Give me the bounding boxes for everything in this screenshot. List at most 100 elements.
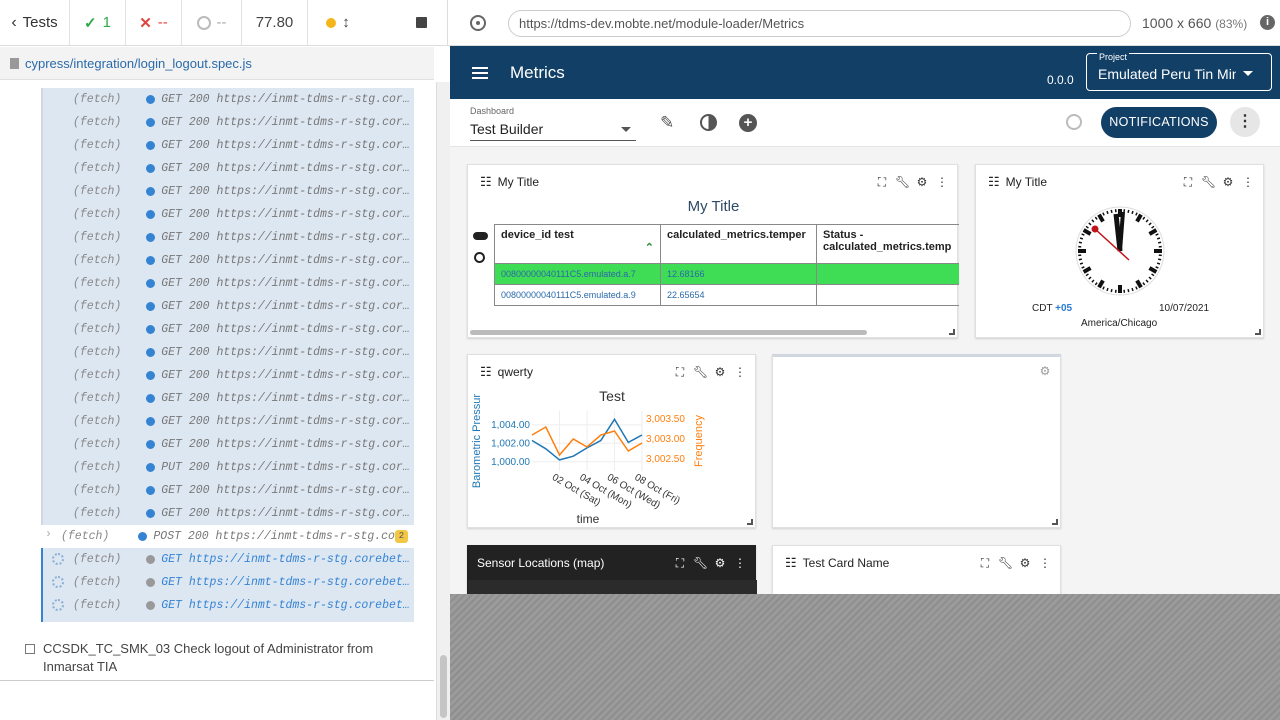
wrench-icon[interactable]: 🔧︎ <box>998 556 1013 570</box>
expand-caret-icon[interactable]: › <box>45 528 52 541</box>
theme-toggle-icon[interactable] <box>700 114 717 131</box>
command-row[interactable]: (fetch) PUT 200 https://inmt-tdms-r-stg.c… <box>41 456 414 479</box>
resize-handle[interactable] <box>747 519 753 525</box>
more-vert-icon[interactable]: ⋮ <box>1241 175 1255 189</box>
info-icon[interactable]: i <box>1260 15 1275 30</box>
dashboard-select[interactable]: Dashboard Test Builder <box>470 106 636 141</box>
selector-playground-icon[interactable] <box>470 15 486 31</box>
y2-tick-label: 3,003.50 <box>646 414 685 425</box>
command-row[interactable]: (fetch) GET 200 https://inmt-tdms-r-stg.c… <box>41 180 414 203</box>
clock-tick <box>1079 237 1084 240</box>
table-scrollbar[interactable] <box>470 330 867 335</box>
command-row[interactable]: (fetch) GET 200 https://inmt-tdms-r-stg.c… <box>41 295 414 318</box>
more-vert-icon[interactable]: ⋮ <box>935 175 949 189</box>
column-header[interactable]: calculated_metrics.temper <box>660 224 817 264</box>
command-message: GET 200 https://inmt-tdms-r-stg.corebe..… <box>161 208 414 221</box>
dashboard-value: Test Builder <box>470 121 544 137</box>
more-vert-icon[interactable]: ⋮ <box>1230 107 1260 137</box>
command-row[interactable]: (fetch)GET https://inmt-tdms-r-stg.coreb… <box>41 548 414 571</box>
command-row[interactable]: (fetch) GET 200 https://inmt-tdms-r-stg.c… <box>41 318 414 341</box>
project-select[interactable]: Project Emulated Peru Tin Mine <box>1086 52 1272 91</box>
tune-icon[interactable]: ☷ <box>988 174 1000 190</box>
map-area[interactable] <box>468 580 757 594</box>
clock-tick <box>1110 209 1113 214</box>
timer-icon[interactable] <box>1066 114 1082 130</box>
table-row[interactable]: 00800000040111C5.emulated.a.9 22.65654 <box>494 284 959 306</box>
fullscreen-icon[interactable]: ⛶ <box>673 365 687 379</box>
command-row[interactable]: (fetch) GET 200 https://inmt-tdms-r-stg.c… <box>41 410 414 433</box>
command-row[interactable]: (fetch)GET https://inmt-tdms-r-stg.coreb… <box>41 594 414 617</box>
resize-handle[interactable] <box>1255 329 1261 335</box>
line-chart[interactable]: Test 1,000.00 1,002.00 1,004.00 3,002.50 3,00… <box>468 385 757 527</box>
test-checkbox-icon <box>25 644 35 654</box>
wrench-icon[interactable]: 🔧︎ <box>895 175 910 189</box>
command-row[interactable]: (fetch) GET 200 https://inmt-tdms-r-stg.c… <box>41 341 414 364</box>
gear-icon[interactable]: ⚙ <box>713 556 727 570</box>
scrollbar-thumb[interactable] <box>440 655 447 718</box>
tune-icon[interactable]: ☷ <box>480 364 492 380</box>
fullscreen-icon[interactable]: ⛶ <box>673 556 687 570</box>
command-row[interactable]: (fetch) GET 200 https://inmt-tdms-r-stg.c… <box>41 249 414 272</box>
clock-tick <box>1127 209 1130 214</box>
next-test-item[interactable]: CCSDK_TC_SMK_03 Check logout of Administ… <box>25 640 425 676</box>
resize-handle[interactable] <box>1052 519 1058 525</box>
auto-scroll-toggle[interactable]: ↕ <box>308 0 368 45</box>
url-input[interactable]: https://tdms-dev.mobte.net/module-loader… <box>508 10 1131 37</box>
tune-icon[interactable]: ☷ <box>785 555 797 571</box>
command-row[interactable]: (fetch) POST 200 https://inmt-tdms-r-stg.… <box>41 525 414 548</box>
failed-count[interactable]: ✕ -- <box>126 0 182 45</box>
clock-tz-row: CDT +05 <box>1032 303 1072 314</box>
sort-chevron-icon[interactable]: ⌃ <box>645 241 654 254</box>
command-row[interactable]: (fetch) GET 200 https://inmt-tdms-r-stg.c… <box>41 364 414 387</box>
resize-handle[interactable] <box>949 329 955 335</box>
command-row[interactable]: (fetch) GET 200 https://inmt-tdms-r-stg.c… <box>41 203 414 226</box>
notifications-button[interactable]: NOTIFICATIONS <box>1101 107 1217 138</box>
fullscreen-icon[interactable]: ⛶ <box>875 175 889 189</box>
fullscreen-icon[interactable]: ⛶ <box>1181 175 1195 189</box>
search-icon[interactable] <box>474 252 485 263</box>
spec-file-link[interactable]: cypress/integration/login_logout.spec.js <box>25 56 252 71</box>
command-row[interactable]: (fetch) GET 200 https://inmt-tdms-r-stg.c… <box>41 111 414 134</box>
column-header[interactable]: device_id test ⌃ <box>494 224 661 264</box>
card-tools: ⛶ 🔧︎ ⚙ ⋮ <box>673 365 747 379</box>
tune-icon[interactable]: ☷ <box>480 174 492 190</box>
status-dot-icon <box>146 325 156 334</box>
more-vert-icon[interactable]: ⋮ <box>733 556 747 570</box>
gear-icon[interactable]: ⚙ <box>1018 556 1032 570</box>
column-header[interactable]: Status - calculated_metrics.temp <box>816 224 959 264</box>
command-row[interactable]: (fetch)GET https://inmt-tdms-r-stg.coreb… <box>41 617 414 622</box>
command-log-scrollbar[interactable] <box>436 82 450 720</box>
more-vert-icon[interactable]: ⋮ <box>1038 556 1052 570</box>
command-row[interactable]: (fetch) GET 200 https://inmt-tdms-r-stg.c… <box>41 134 414 157</box>
command-row[interactable]: (fetch) GET 200 https://inmt-tdms-r-stg.c… <box>41 226 414 249</box>
gear-icon[interactable]: ⚙ <box>1038 364 1052 378</box>
table-row[interactable]: 00800000040111C5.emulated.a.7 12.68166 <box>494 263 959 285</box>
gear-icon[interactable]: ⚙ <box>713 365 727 379</box>
command-row[interactable]: (fetch) GET 200 https://inmt-tdms-r-stg.c… <box>41 433 414 456</box>
command-row[interactable]: (fetch) GET 200 https://inmt-tdms-r-stg.c… <box>41 157 414 180</box>
add-circle-icon[interactable]: + <box>739 114 757 132</box>
command-row[interactable]: (fetch) GET 200 https://inmt-tdms-r-stg.c… <box>41 387 414 410</box>
tests-nav-button[interactable]: ‹ Tests <box>0 0 70 45</box>
toggle-icon[interactable] <box>473 232 488 240</box>
edit-pencil-icon[interactable]: ✎ <box>660 113 674 133</box>
command-row[interactable]: (fetch) GET 200 https://inmt-tdms-r-stg.c… <box>41 272 414 295</box>
wrench-icon[interactable]: 🔧︎ <box>693 556 708 570</box>
next-test-title: CCSDK_TC_SMK_03 Check logout of Administ… <box>43 641 374 674</box>
clock-card: ☷ My Title ⛶ 🔧︎ ⚙ ⋮ CDT +05 10/07/2021 A… <box>975 164 1264 338</box>
wrench-icon[interactable]: 🔧︎ <box>1201 175 1216 189</box>
command-message: PUT 200 https://inmt-tdms-r-stg.corebe..… <box>161 461 414 474</box>
more-vert-icon[interactable]: ⋮ <box>733 365 747 379</box>
menu-icon[interactable] <box>472 67 488 79</box>
stop-button[interactable] <box>368 0 448 45</box>
command-row[interactable]: (fetch) GET 200 https://inmt-tdms-r-stg.c… <box>41 502 414 525</box>
gear-icon[interactable]: ⚙ <box>1221 175 1235 189</box>
wrench-icon[interactable]: 🔧︎ <box>693 365 708 379</box>
gear-icon[interactable]: ⚙ <box>915 175 929 189</box>
command-row[interactable]: (fetch)GET https://inmt-tdms-r-stg.coreb… <box>41 571 414 594</box>
pending-count[interactable]: -- <box>182 0 242 45</box>
passed-count[interactable]: ✓ 1 <box>70 0 126 45</box>
command-row[interactable]: (fetch) GET 200 https://inmt-tdms-r-stg.c… <box>41 88 414 111</box>
command-row[interactable]: (fetch) GET 200 https://inmt-tdms-r-stg.c… <box>41 479 414 502</box>
fullscreen-icon[interactable]: ⛶ <box>978 556 992 570</box>
